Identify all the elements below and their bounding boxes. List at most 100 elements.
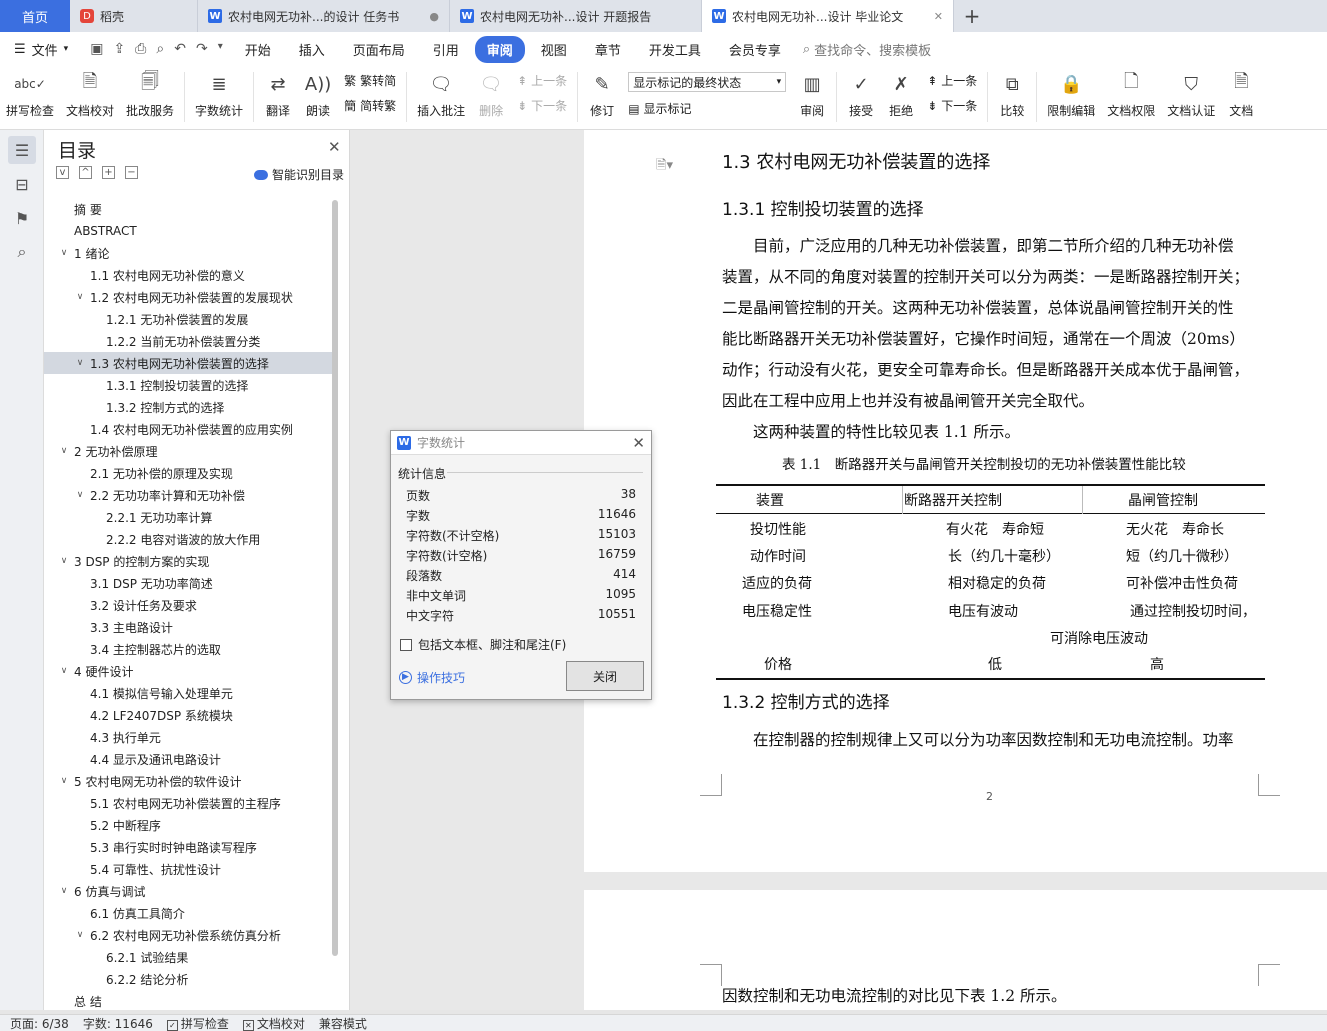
collapse-all-icon[interactable]: v	[56, 166, 69, 179]
toc-item[interactable]: 3.4 主控制器芯片的选取	[44, 638, 334, 660]
toc-item[interactable]: ∨ 6.2 农村电网无功补偿系统仿真分析	[44, 924, 334, 946]
chevron-down-icon[interactable]: ∨	[74, 490, 86, 500]
print-icon[interactable]: ⎙	[135, 41, 146, 57]
toc-item[interactable]: 3.1 DSP 无功功率简述	[44, 572, 334, 594]
menu-developer[interactable]: 开发工具	[637, 36, 713, 63]
expand-up-icon[interactable]: ^	[79, 166, 92, 179]
page-indicator[interactable]: 页面: 6/38	[10, 1015, 69, 1031]
word-count-indicator[interactable]: 字数: 11646	[83, 1015, 153, 1031]
document-page[interactable]: 🗎▾ 1.3 农村电网无功补偿装置的选择 1.3.1 控制投切装置的选择 目前，…	[584, 130, 1327, 872]
menu-section[interactable]: 章节	[583, 36, 633, 63]
close-icon[interactable]: ✕	[328, 138, 341, 156]
toc-item[interactable]: ABSTRACT	[44, 220, 334, 242]
chevron-down-icon[interactable]: ∨	[74, 292, 86, 302]
toc-item[interactable]: 2.2.1 无功功率计算	[44, 506, 334, 528]
delete-comment-button[interactable]: 🗨 删除	[471, 70, 511, 119]
chevron-down-icon[interactable]: ∨	[58, 446, 70, 456]
menu-insert[interactable]: 插入	[287, 36, 337, 63]
toc-item[interactable]: 总 结	[44, 990, 334, 1010]
restrict-editing-button[interactable]: 🔒 限制编辑	[1041, 70, 1101, 119]
doc-more-button[interactable]: 🗎 文档	[1221, 70, 1261, 119]
tips-link[interactable]: ▶ 操作技巧	[399, 669, 465, 686]
toc-item[interactable]: 2.2.2 电容对谐波的放大作用	[44, 528, 334, 550]
trad-to-simp-button[interactable]: 繁 繁转简	[344, 72, 396, 89]
prev-change-button[interactable]: ⇞ 上一条	[927, 72, 977, 89]
track-changes-button[interactable]: ✎ 修订	[582, 70, 622, 119]
toc-panel-icon[interactable]: ☰	[8, 136, 36, 164]
add-level-icon[interactable]: +	[102, 166, 115, 179]
menu-review[interactable]: 审阅	[474, 35, 525, 63]
redo-icon[interactable]: ↷	[196, 41, 208, 57]
read-aloud-button[interactable]: A)) 朗读	[298, 70, 338, 119]
word-count-button[interactable]: ≣ 字数统计	[189, 70, 249, 119]
toc-item[interactable]: ∨ 1.3 农村电网无功补偿装置的选择	[44, 352, 334, 374]
menu-member[interactable]: 会员专享	[717, 36, 793, 63]
save-icon[interactable]: ▣	[90, 41, 103, 57]
checkbox-box[interactable]	[400, 638, 412, 651]
tab-dot-icon[interactable]: ●	[429, 10, 439, 23]
toc-item[interactable]: 3.3 主电路设计	[44, 616, 334, 638]
toc-item[interactable]: ∨ 2 无功补偿原理	[44, 440, 334, 462]
reject-button[interactable]: ✗ 拒绝	[881, 70, 921, 119]
accept-button[interactable]: ✓ 接受	[841, 70, 881, 119]
tab-home[interactable]: 首页	[0, 0, 70, 32]
toc-item[interactable]: 1.4 农村电网无功补偿装置的应用实例	[44, 418, 334, 440]
chevron-down-icon[interactable]: ∨	[58, 556, 70, 566]
toc-item[interactable]: 摘 要	[44, 198, 334, 220]
markup-state-select[interactable]: 显示标记的最终状态 ▾	[628, 72, 787, 92]
file-menu[interactable]: ☰ 文件 ▾	[0, 40, 82, 59]
smart-toc-button[interactable]: 智能识别目录	[254, 166, 344, 183]
tab-doc-proposal[interactable]: W 农村电网无功补...设计 开题报告	[450, 0, 702, 32]
toc-item[interactable]: 4.4 显示及通讯电路设计	[44, 748, 334, 770]
menu-reference[interactable]: 引用	[421, 36, 471, 63]
toc-item[interactable]: ∨ 1 绪论	[44, 242, 334, 264]
menu-start[interactable]: 开始	[233, 36, 283, 63]
toc-item[interactable]: ∨ 3 DSP 的控制方案的实现	[44, 550, 334, 572]
toc-item[interactable]: 1.3.1 控制投切装置的选择	[44, 374, 334, 396]
bookmark-icon[interactable]: ⚑	[8, 204, 36, 232]
toc-item[interactable]: 4.3 执行单元	[44, 726, 334, 748]
compare-button[interactable]: ⧉ 比较	[992, 70, 1032, 119]
doc-permission-button[interactable]: 🗋 文档权限	[1101, 70, 1161, 119]
remove-level-icon[interactable]: −	[125, 166, 138, 179]
spell-check-button[interactable]: abc✓ 拼写检查	[0, 70, 60, 119]
chevron-down-icon[interactable]: ▾	[218, 41, 223, 57]
show-markup-button[interactable]: ▤ 显示标记	[628, 100, 786, 117]
next-comment-button[interactable]: ⇟ 下一条	[517, 97, 567, 114]
command-search[interactable]: ⌕ 查找命令、搜索模板	[803, 40, 931, 59]
undo-icon[interactable]: ↶	[174, 41, 186, 57]
search-icon[interactable]: ⌕	[8, 238, 36, 266]
toc-item[interactable]: 6.1 仿真工具简介	[44, 902, 334, 924]
tab-daoke[interactable]: D 稻壳	[70, 0, 198, 32]
toc-item[interactable]: 1.1 农村电网无功补偿的意义	[44, 264, 334, 286]
toc-item[interactable]: 2.1 无功补偿的原理及实现	[44, 462, 334, 484]
toc-item[interactable]: 4.1 模拟信号输入处理单元	[44, 682, 334, 704]
close-icon[interactable]: ✕	[934, 10, 943, 23]
toc-item[interactable]: ∨ 2.2 无功功率计算和无功补偿	[44, 484, 334, 506]
include-textbox-checkbox[interactable]: 包括文本框、脚注和尾注(F)	[400, 636, 566, 653]
spell-check-status[interactable]: ✓ 拼写检查	[166, 1015, 229, 1031]
toc-item[interactable]: 6.2.1 试验结果	[44, 946, 334, 968]
dialog-titlebar[interactable]: W 字数统计 ✕	[391, 431, 651, 455]
batch-service-button[interactable]: 🗐 批改服务	[120, 70, 180, 119]
chevron-down-icon[interactable]: ∨	[58, 886, 70, 896]
chevron-down-icon[interactable]: ∨	[58, 248, 70, 258]
chevron-down-icon[interactable]: ∨	[58, 776, 70, 786]
doc-certify-button[interactable]: ⛉ 文档认证	[1161, 70, 1221, 119]
next-change-button[interactable]: ⇟ 下一条	[927, 97, 977, 114]
toc-item[interactable]: 5.1 农村电网无功补偿装置的主程序	[44, 792, 334, 814]
menu-view[interactable]: 视图	[529, 36, 579, 63]
toc-item[interactable]: 1.2.1 无功补偿装置的发展	[44, 308, 334, 330]
chevron-down-icon[interactable]: ∨	[58, 666, 70, 676]
page-options-icon[interactable]: 🗎▾	[656, 156, 673, 178]
preview-icon[interactable]: ⌕	[156, 41, 164, 57]
toc-item[interactable]: 5.2 中断程序	[44, 814, 334, 836]
menu-layout[interactable]: 页面布局	[341, 36, 417, 63]
toc-scrollbar[interactable]	[332, 200, 338, 956]
chapter-nav-icon[interactable]: ⊟	[8, 170, 36, 198]
document-page[interactable]: 因数控制和无功电流控制的对比见下表 1.2 所示。	[584, 890, 1327, 1010]
tab-doc-task[interactable]: W 农村电网无功补...的设计 任务书 ●	[198, 0, 450, 32]
translate-button[interactable]: ⇄ 翻译	[258, 70, 298, 119]
proofread-button[interactable]: 🗎 文档校对	[60, 70, 120, 119]
toc-item[interactable]: 3.2 设计任务及要求	[44, 594, 334, 616]
